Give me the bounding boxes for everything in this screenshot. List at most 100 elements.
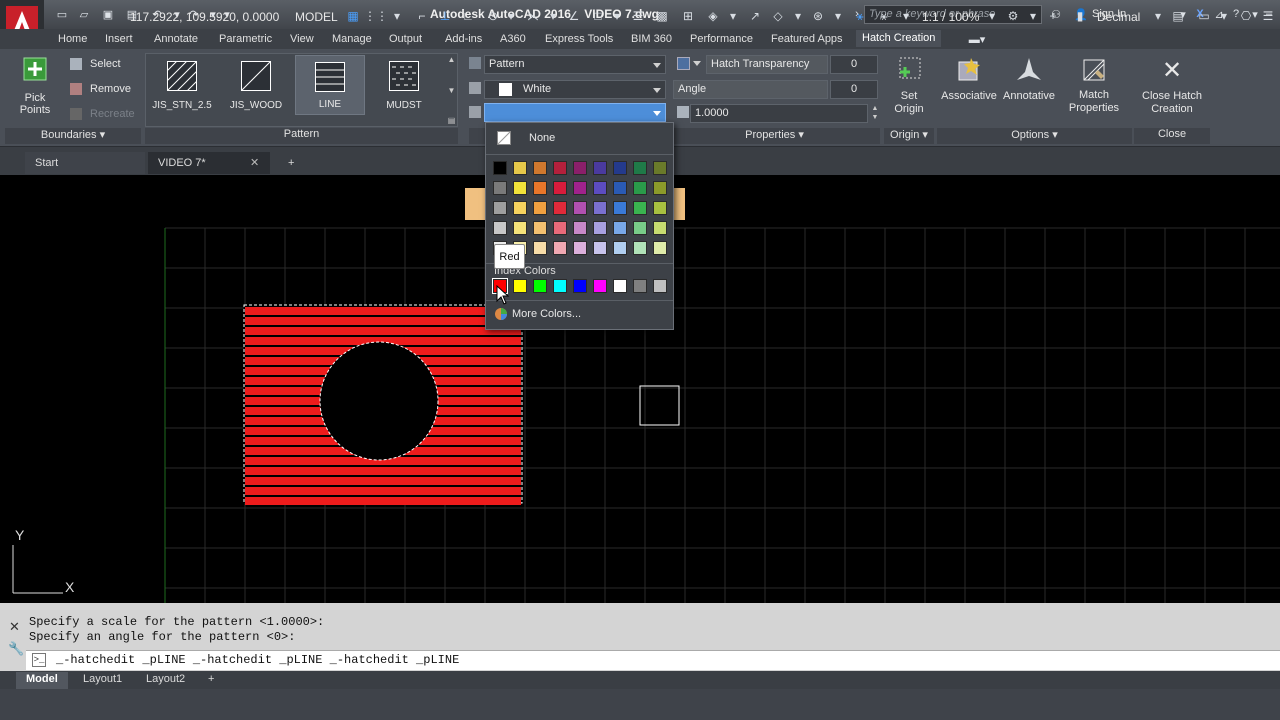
pattern-gallery-scroll[interactable]: ▲ ▼ ▤ [446, 55, 457, 125]
scale-input[interactable]: 1.0000 [690, 104, 868, 123]
workspace-gear-icon[interactable]: ⚙ [1005, 9, 1021, 23]
color-swatch[interactable] [593, 161, 607, 175]
polar-dropdown-icon[interactable]: ▾ [503, 9, 519, 23]
isolate-objects-icon[interactable]: ⎔ [1238, 9, 1254, 23]
dynamic-input-icon[interactable]: ⊥ [437, 9, 453, 23]
lock-ui-icon[interactable]: ▭ [1196, 9, 1212, 23]
color-swatch[interactable] [593, 241, 607, 255]
tab-parametric[interactable]: Parametric [213, 31, 278, 48]
tab-model[interactable]: Model [16, 672, 68, 689]
color-swatch[interactable] [493, 201, 507, 215]
close-tab-icon[interactable]: ✕ [250, 156, 259, 169]
annotation-monitor-icon[interactable]: + [1045, 9, 1061, 23]
index-color-swatch[interactable] [573, 279, 587, 293]
tab-performance[interactable]: Performance [684, 31, 759, 48]
3d-osnap-dropdown-icon[interactable]: ▾ [725, 9, 741, 23]
isodraft-dropdown-icon[interactable]: ▾ [545, 9, 561, 23]
color-swatch[interactable] [633, 221, 647, 235]
pattern-mudst[interactable]: MUDST [369, 55, 439, 115]
index-color-swatch[interactable] [553, 279, 567, 293]
hatch-transparency-input[interactable]: 0 [830, 55, 878, 74]
scale-spinner[interactable]: ▲ ▼ [870, 104, 880, 123]
scroll-down-icon[interactable]: ▼ [448, 86, 456, 95]
polar-tracking-icon[interactable]: ⊙ [485, 9, 501, 23]
color-swatch[interactable] [553, 161, 567, 175]
circle-island[interactable] [319, 341, 439, 461]
tab-hatch-creation[interactable]: Hatch Creation [856, 30, 942, 47]
command-prompt-icon[interactable]: >_ [32, 653, 46, 667]
background-color-dropdown[interactable] [484, 103, 666, 122]
set-origin-button[interactable]: Set Origin [887, 56, 931, 116]
workspace-dropdown-icon[interactable]: ▾ [1025, 9, 1041, 23]
ortho-mode-icon[interactable]: ∟ [460, 9, 476, 23]
index-color-swatch[interactable] [633, 279, 647, 293]
gizmo-dropdown-icon[interactable]: ▾ [830, 9, 846, 23]
options-panel-title[interactable]: Options ▾ [937, 128, 1132, 144]
color-swatch[interactable] [613, 161, 627, 175]
new-file-icon[interactable]: ▭ [55, 7, 69, 21]
color-swatch[interactable] [653, 161, 667, 175]
color-swatch[interactable] [553, 201, 567, 215]
color-swatch[interactable] [513, 201, 527, 215]
selection-cycling-icon[interactable]: ⊞ [680, 9, 696, 23]
tab-video-7[interactable]: VIDEO 7* ✕ [148, 152, 270, 174]
color-swatch[interactable] [633, 181, 647, 195]
pattern-jis-wood[interactable]: JIS_WOOD [221, 55, 291, 115]
color-swatch[interactable] [573, 221, 587, 235]
origin-panel-title[interactable]: Origin ▾ [884, 128, 934, 144]
angle-input[interactable]: 0 [830, 80, 878, 99]
color-swatch[interactable] [513, 221, 527, 235]
coordinates-readout[interactable]: 117.2922, 109.5920, 0.0000 [130, 10, 279, 24]
filter-dropdown-icon[interactable]: ▾ [790, 9, 806, 23]
color-swatch[interactable] [573, 181, 587, 195]
tab-layout2[interactable]: Layout2 [136, 672, 195, 689]
color-swatch[interactable] [593, 221, 607, 235]
osnap-dropdown-icon[interactable]: ▾ [609, 9, 625, 23]
snap-dropdown-icon[interactable]: ▾ [389, 9, 405, 23]
open-folder-icon[interactable]: ▱ [77, 7, 91, 21]
save-icon[interactable]: ▣ [101, 7, 115, 21]
expand-gallery-icon[interactable]: ▤ [448, 116, 456, 125]
lock-ui-dropdown-icon[interactable]: ▾ [1216, 9, 1232, 23]
annotation-visibility-icon[interactable]: ⚹ [852, 9, 868, 23]
annotation-scale-readout[interactable]: 1:1 / 100% [922, 10, 979, 24]
color-none-option[interactable]: None [497, 131, 555, 145]
infer-constraints-icon[interactable]: ⌐ [414, 9, 430, 23]
annotative-button[interactable]: Annotative [1000, 56, 1058, 102]
color-swatch[interactable] [553, 241, 567, 255]
customize-wrench-icon[interactable]: 🔧 [8, 641, 24, 657]
color-swatch[interactable] [553, 181, 567, 195]
pattern-jis-stn-2-5[interactable]: JIS_STN_2.5 [147, 55, 217, 115]
tab-add-ins[interactable]: Add-ins [439, 31, 488, 48]
index-color-swatch[interactable] [533, 279, 547, 293]
color-swatch[interactable] [573, 241, 587, 255]
tab-output[interactable]: Output [383, 31, 428, 48]
gizmo-icon[interactable]: ⊛ [810, 9, 826, 23]
isometric-drafting-icon[interactable]: ⋋ [525, 9, 541, 23]
tab-annotate[interactable]: Annotate [148, 31, 204, 48]
tab-layout1[interactable]: Layout1 [73, 672, 132, 689]
transparency-toggle-icon[interactable]: ▩ [654, 9, 670, 23]
tab-home[interactable]: Home [52, 31, 93, 48]
color-swatch[interactable] [533, 201, 547, 215]
color-swatch[interactable] [613, 201, 627, 215]
tab-start[interactable]: Start [25, 152, 145, 174]
lineweight-icon[interactable]: ☰ [630, 9, 646, 23]
index-color-swatch[interactable] [513, 279, 527, 293]
color-swatch[interactable] [653, 241, 667, 255]
hatch-type-dropdown[interactable]: Pattern [484, 55, 666, 74]
tab-a360[interactable]: A360 [494, 31, 532, 48]
quick-properties-icon[interactable]: ▤ [1170, 9, 1186, 23]
color-swatch[interactable] [653, 181, 667, 195]
auto-scale-icon[interactable]: ⚹ [876, 9, 892, 23]
dynamic-ucs-icon[interactable]: ↗ [747, 9, 763, 23]
transparency-type-dropdown[interactable] [693, 61, 701, 66]
color-swatch[interactable] [653, 201, 667, 215]
command-input[interactable]: >_ _-hatchedit _pLINE _-hatchedit _pLINE… [26, 650, 1280, 670]
scale-dropdown-icon[interactable]: ▾ [984, 9, 1000, 23]
object-snap-tracking-icon[interactable]: ∠ [566, 9, 582, 23]
color-swatch[interactable] [513, 161, 527, 175]
scroll-up-icon[interactable]: ▲ [448, 55, 456, 64]
boundaries-panel-title[interactable]: Boundaries ▾ [5, 128, 141, 144]
annotation-scale-dropdown-icon[interactable]: ▾ [898, 9, 914, 23]
